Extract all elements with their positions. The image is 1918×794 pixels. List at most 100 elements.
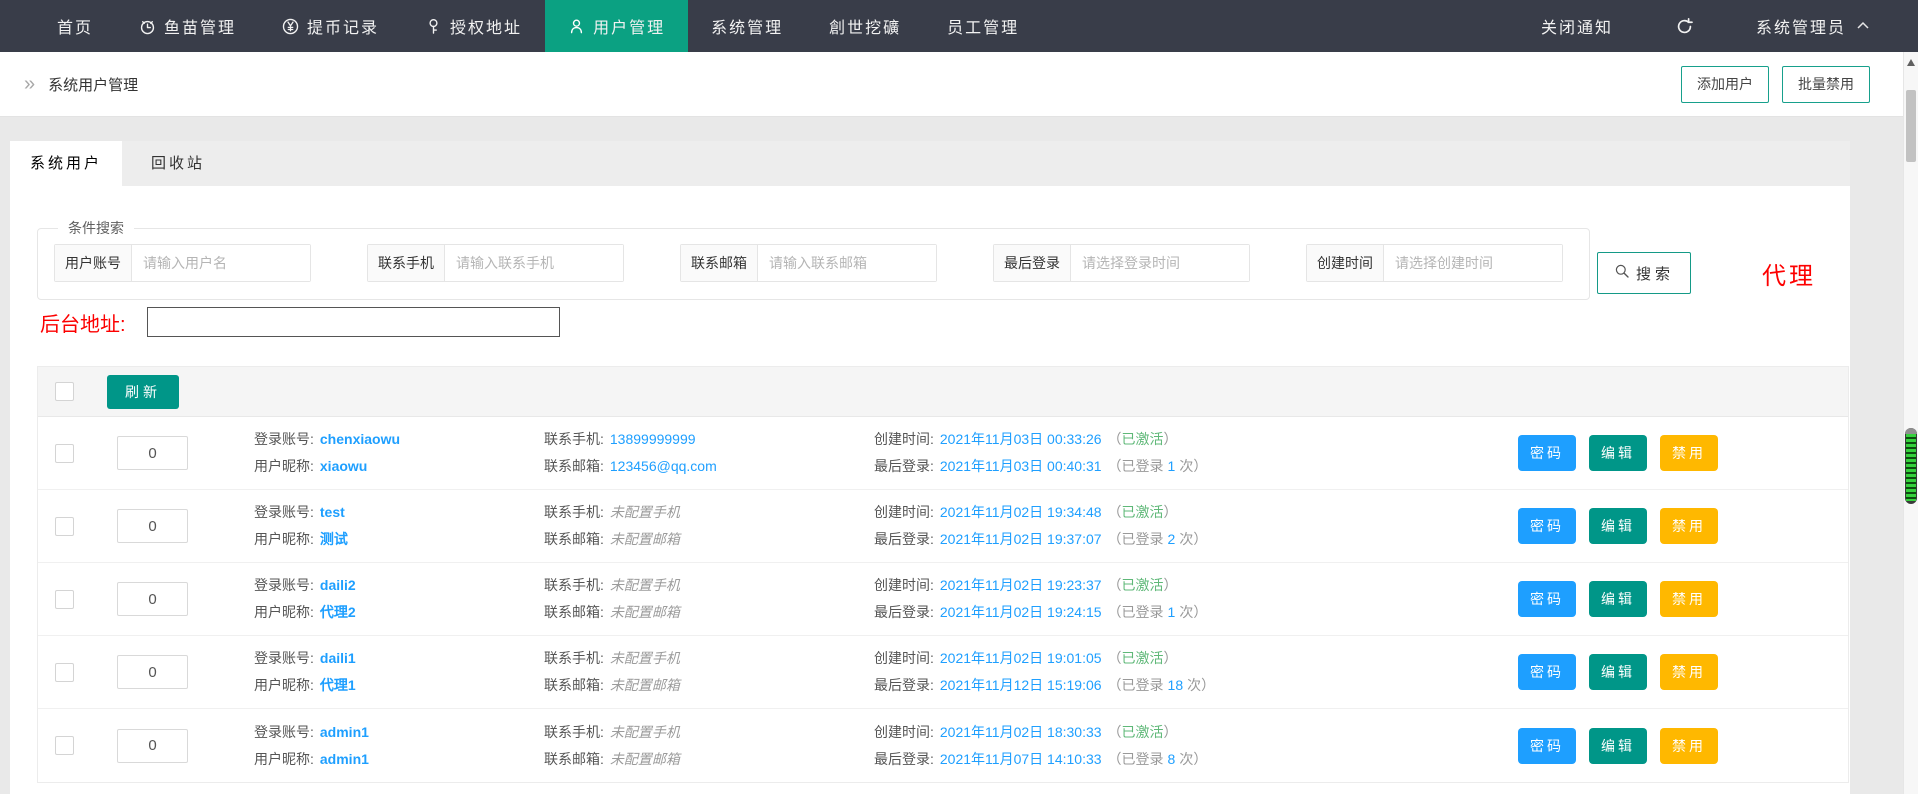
yen-circle-icon — [282, 18, 299, 35]
disable-button[interactable]: 禁用 — [1660, 654, 1718, 690]
status-badge: 已激活 — [1122, 504, 1164, 520]
sort-number-input[interactable] — [117, 582, 188, 616]
account-label: 登录账号: — [254, 650, 314, 666]
disable-button[interactable]: 禁用 — [1660, 728, 1718, 764]
scrollbar-thumb[interactable] — [1906, 90, 1916, 162]
backend-address-label: 后台地址: — [40, 308, 126, 337]
paren-open: （ — [1108, 724, 1122, 740]
time-cell: 创建时间:2021年11月02日 19:23:37（已激活） 最后登录:2021… — [874, 572, 1474, 626]
search-button[interactable]: 搜索 — [1597, 252, 1691, 294]
phone-value: 未配置手机 — [610, 724, 680, 740]
status-badge: 已激活 — [1122, 577, 1164, 593]
disable-button[interactable]: 禁用 — [1660, 581, 1718, 617]
nickname-value[interactable]: xiaowu — [320, 458, 367, 474]
edit-button[interactable]: 编辑 — [1589, 728, 1647, 764]
email-input[interactable] — [758, 245, 936, 281]
nav-item-home[interactable]: 首页 — [34, 0, 116, 52]
content-card: 条件搜索 用户账号 联系手机 联系邮箱 最后登录 创建时间 — [10, 186, 1850, 794]
nav-item-label: 創世挖礦 — [829, 14, 901, 38]
password-button[interactable]: 密码 — [1518, 581, 1576, 617]
login-count-close: 次） — [1179, 604, 1207, 620]
page-scrollbar[interactable] — [1903, 52, 1918, 794]
row-checkbox[interactable] — [55, 517, 74, 536]
edit-button[interactable]: 编辑 — [1589, 435, 1647, 471]
field-last-login: 最后登录 — [993, 244, 1250, 282]
disable-button[interactable]: 禁用 — [1660, 435, 1718, 471]
password-button[interactable]: 密码 — [1518, 435, 1576, 471]
paren-close: ） — [1164, 724, 1178, 740]
select-all-checkbox[interactable] — [55, 382, 74, 401]
tab-recycle-bin[interactable]: 回收站 — [122, 141, 234, 186]
breadcrumb-chevrons-icon: » — [24, 74, 35, 94]
row-actions: 密码 编辑 禁用 — [1518, 654, 1718, 690]
password-button[interactable]: 密码 — [1518, 508, 1576, 544]
nickname-label: 用户昵称: — [254, 531, 314, 547]
scrollbar-up-arrow-icon[interactable] — [1907, 59, 1915, 66]
nickname-value[interactable]: admin1 — [320, 751, 369, 767]
nav-item-genesis-mining[interactable]: 創世挖礦 — [806, 0, 924, 52]
phone-input[interactable] — [445, 245, 623, 281]
disable-button[interactable]: 禁用 — [1660, 508, 1718, 544]
account-value[interactable]: chenxiaowu — [320, 431, 400, 447]
nav-item-withdraw-records[interactable]: 提币记录 — [259, 0, 402, 52]
user-menu[interactable]: 系统管理员 — [1756, 14, 1870, 38]
account-cell: 登录账号:chenxiaowu 用户昵称:xiaowu — [254, 426, 544, 480]
nickname-value[interactable]: 测试 — [320, 531, 348, 547]
created-time-input[interactable] — [1384, 245, 1562, 281]
agent-role-text: 代理 — [1762, 256, 1816, 291]
tab-system-users[interactable]: 系统用户 — [10, 141, 122, 186]
nav-item-user-management[interactable]: 用户管理 — [545, 0, 688, 52]
account-value[interactable]: admin1 — [320, 724, 369, 740]
nav-item-label: 首页 — [57, 14, 93, 38]
row-checkbox[interactable] — [55, 590, 74, 609]
batch-disable-button[interactable]: 批量禁用 — [1782, 66, 1870, 103]
close-notice-link[interactable]: 关闭通知 — [1541, 14, 1613, 38]
email-label: 联系邮箱: — [544, 458, 604, 474]
password-button[interactable]: 密码 — [1518, 654, 1576, 690]
created-label: 创建时间: — [874, 577, 934, 593]
account-cell: 登录账号:daili1 用户昵称:代理1 — [254, 645, 544, 699]
sort-number-input[interactable] — [117, 436, 188, 470]
nav-item-fish-fry[interactable]: 鱼苗管理 — [116, 0, 259, 52]
nav-item-staff-management[interactable]: 员工管理 — [924, 0, 1042, 52]
last-login-time-input[interactable] — [1071, 245, 1249, 281]
time-cell: 创建时间:2021年11月02日 18:30:33（已激活） 最后登录:2021… — [874, 719, 1474, 773]
email-value: 未配置邮箱 — [610, 677, 680, 693]
account-value[interactable]: test — [320, 504, 345, 520]
created-label: 创建时间: — [874, 650, 934, 666]
edit-button[interactable]: 编辑 — [1589, 508, 1647, 544]
refresh-icon[interactable] — [1675, 17, 1694, 36]
email-value: 未配置邮箱 — [610, 751, 680, 767]
email-value: 123456@qq.com — [610, 458, 717, 474]
last-login-value: 2021年11月07日 14:10:33 — [940, 751, 1102, 767]
password-button[interactable]: 密码 — [1518, 728, 1576, 764]
search-icon — [1614, 263, 1630, 283]
sort-number-input[interactable] — [117, 655, 188, 689]
edit-button[interactable]: 编辑 — [1589, 581, 1647, 617]
nav-item-system-management[interactable]: 系统管理 — [688, 0, 806, 52]
refresh-button[interactable]: 刷新 — [107, 375, 179, 409]
row-checkbox[interactable] — [55, 444, 74, 463]
backend-address-input[interactable] — [147, 307, 560, 337]
sort-number-input[interactable] — [117, 729, 188, 763]
username-input[interactable] — [132, 245, 310, 281]
account-value[interactable]: daili1 — [320, 650, 356, 666]
email-label: 联系邮箱: — [544, 677, 604, 693]
nav-item-authorized-address[interactable]: 授权地址 — [402, 0, 545, 52]
navbar-right: 关闭通知 系统管理员 — [1541, 0, 1918, 52]
login-count-open: （已登录 — [1108, 458, 1164, 474]
nickname-value[interactable]: 代理1 — [320, 677, 356, 693]
account-label: 登录账号: — [254, 504, 314, 520]
field-username: 用户账号 — [54, 244, 311, 282]
row-checkbox[interactable] — [55, 663, 74, 682]
login-count-open: （已登录 — [1108, 677, 1164, 693]
edit-button[interactable]: 编辑 — [1589, 654, 1647, 690]
breadcrumb-bar: » 系统用户管理 添加用户 批量禁用 — [0, 52, 1903, 117]
add-user-button[interactable]: 添加用户 — [1681, 66, 1769, 103]
row-checkbox[interactable] — [55, 736, 74, 755]
paren-close: ） — [1164, 577, 1178, 593]
scroll-indicator-striped[interactable] — [1905, 428, 1917, 504]
sort-number-input[interactable] — [117, 509, 188, 543]
nickname-value[interactable]: 代理2 — [320, 604, 356, 620]
account-value[interactable]: daili2 — [320, 577, 356, 593]
